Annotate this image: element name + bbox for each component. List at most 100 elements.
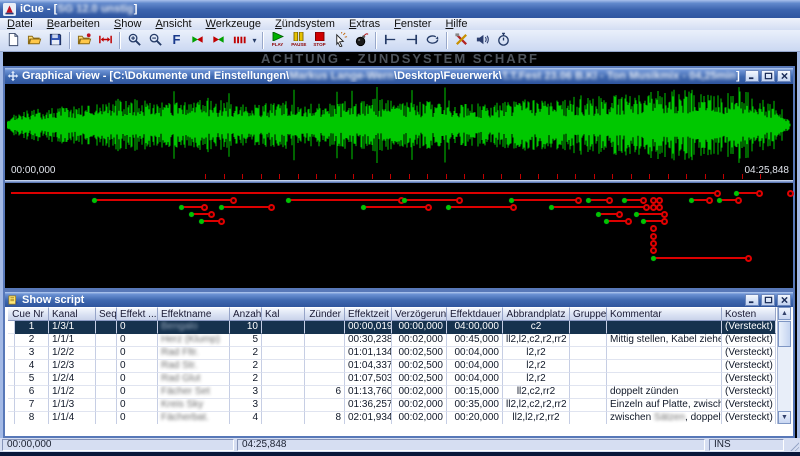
table-cell[interactable]: 1 [15, 321, 49, 334]
new-document-button[interactable] [3, 31, 24, 50]
table-cell[interactable] [96, 386, 117, 399]
table-cell[interactable]: 00:04,000 [447, 360, 503, 373]
table-cell[interactable] [262, 386, 305, 399]
table-cell[interactable]: 3 [230, 386, 262, 399]
menu-extras[interactable]: Extras [342, 18, 387, 30]
table-cell[interactable]: 0 [117, 399, 158, 412]
table-cell[interactable] [607, 321, 722, 334]
table-cell[interactable] [305, 373, 345, 386]
table-cell[interactable]: (Versteckt) [722, 334, 776, 347]
table-cell[interactable] [570, 373, 607, 386]
table-cell[interactable]: 00:02,500 [392, 373, 447, 386]
save-button[interactable] [45, 31, 66, 50]
table-cell[interactable]: 00:15,000 [447, 386, 503, 399]
table-cell[interactable]: 00:45,000 [447, 334, 503, 347]
menu-show[interactable]: Show [107, 18, 149, 30]
table-cell[interactable]: Rad Str. [158, 360, 230, 373]
table-cell[interactable]: 1/1/1 [49, 334, 96, 347]
table-cell[interactable]: 0 [117, 373, 158, 386]
table-cell[interactable] [96, 360, 117, 373]
table-cell[interactable] [570, 334, 607, 347]
table-cell[interactable]: 8 [305, 412, 345, 424]
table-cell[interactable]: 10 [230, 321, 262, 334]
table-cell[interactable] [305, 347, 345, 360]
minimize-button[interactable] [745, 70, 759, 82]
table-cell[interactable]: (Versteckt) [722, 347, 776, 360]
table-cell[interactable]: 0 [117, 360, 158, 373]
table-cell[interactable] [305, 399, 345, 412]
table-cell[interactable]: l2,r2 [503, 347, 570, 360]
table-cell[interactable] [262, 360, 305, 373]
menu-hilfe[interactable]: Hilfe [438, 18, 474, 30]
table-cell[interactable]: 0 [117, 386, 158, 399]
manual-fire-button[interactable] [330, 31, 351, 50]
table-cell[interactable]: 04:00,000 [447, 321, 503, 334]
table-cell[interactable]: Rad Fltr. [158, 347, 230, 360]
table-cell[interactable]: 00:04,000 [447, 347, 503, 360]
menu-werkzeuge[interactable]: Werkzeuge [199, 18, 268, 30]
table-cell[interactable] [607, 373, 722, 386]
menu-fenster[interactable]: Fenster [387, 18, 438, 30]
table-row[interactable]: 81/1/40Fächerbat.4802:01,93400:02,00000:… [8, 412, 776, 424]
table-cell[interactable] [570, 347, 607, 360]
table-cell[interactable]: 1/1/3 [49, 399, 96, 412]
tools-button[interactable] [451, 31, 472, 50]
table-cell[interactable] [570, 412, 607, 424]
table-cell[interactable]: 1/2/4 [49, 373, 96, 386]
play-button[interactable]: PLAY [267, 31, 288, 50]
table-cell[interactable]: 02:01,934 [345, 412, 392, 424]
table-cell[interactable]: 2 [230, 373, 262, 386]
table-cell[interactable]: 00:30,238 [345, 334, 392, 347]
column-header[interactable]: Kosten [722, 307, 776, 321]
table-cell[interactable] [96, 321, 117, 334]
minimize-button[interactable] [745, 294, 759, 306]
table-cell[interactable]: 00:20,000 [447, 412, 503, 424]
table-cell[interactable]: 00:00,019 [345, 321, 392, 334]
table-cell[interactable]: Herz (Klump) [158, 334, 230, 347]
table-cell[interactable]: zwischen Sätzen, doppelt [607, 412, 722, 424]
table-cell[interactable]: Bengalo [158, 321, 230, 334]
table-cell[interactable] [96, 347, 117, 360]
table-cell[interactable]: 3 [230, 399, 262, 412]
table-cell[interactable]: ll2,l2,c2,r2,rr2 [503, 399, 570, 412]
column-header[interactable]: Cue Nr [8, 307, 49, 321]
table-cell[interactable]: l2,r2 [503, 373, 570, 386]
table-cell[interactable]: 1/1/4 [49, 412, 96, 424]
table-cell[interactable]: (Versteckt) [722, 360, 776, 373]
table-cell[interactable]: Einzeln auf Platte, zwischen ... [607, 399, 722, 412]
table-cell[interactable]: 00:02,000 [392, 334, 447, 347]
close-button[interactable] [777, 70, 791, 82]
column-header[interactable]: Effektdauer [447, 307, 503, 321]
table-cell[interactable]: 01:36,257 [345, 399, 392, 412]
table-cell[interactable]: (Versteckt) [722, 399, 776, 412]
table-cell[interactable] [262, 412, 305, 424]
table-cell[interactable]: Mittig stellen, Kabel ziehen [607, 334, 722, 347]
table-cell[interactable]: 6 [15, 386, 49, 399]
table-cell[interactable] [262, 373, 305, 386]
table-cell[interactable]: 01:07,503 [345, 373, 392, 386]
pause-button[interactable]: PAUSE [288, 31, 309, 50]
table-cell[interactable] [570, 399, 607, 412]
table-cell[interactable]: 3 [15, 347, 49, 360]
table-cell[interactable] [305, 360, 345, 373]
table-row[interactable]: 61/1/20Fächer Set3601:13,76000:02,00000:… [8, 386, 776, 399]
table-cell[interactable]: 7 [15, 399, 49, 412]
maximize-button[interactable] [761, 294, 775, 306]
graphical-view-titlebar[interactable]: Graphical view - [C:\Dokumente und Einst… [5, 68, 793, 84]
scrollbar-thumb[interactable] [778, 321, 791, 347]
table-cell[interactable] [570, 360, 607, 373]
arm-system-button[interactable] [351, 31, 372, 50]
column-header[interactable]: Effektzeit [345, 307, 392, 321]
menu-datei[interactable]: Datei [0, 18, 40, 30]
table-cell[interactable]: (Versteckt) [722, 386, 776, 399]
table-cell[interactable] [262, 321, 305, 334]
table-cell[interactable] [96, 334, 117, 347]
table-cell[interactable] [96, 399, 117, 412]
column-header[interactable]: Verzögerung [392, 307, 447, 321]
start-marker-button[interactable] [380, 31, 401, 50]
open-show-button[interactable] [74, 31, 95, 50]
table-row[interactable]: 21/1/10Herz (Klump)500:30,23800:02,00000… [8, 334, 776, 347]
table-cell[interactable]: (Versteckt) [722, 412, 776, 424]
table-cell[interactable] [570, 386, 607, 399]
table-cell[interactable]: 1/2/2 [49, 347, 96, 360]
